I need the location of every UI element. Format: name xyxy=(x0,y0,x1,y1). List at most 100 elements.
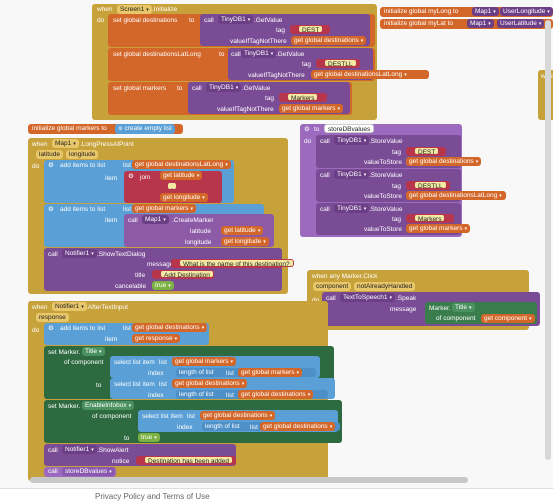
get-global-variable[interactable]: get global destinationsLatLong ▾ xyxy=(132,160,231,169)
get-global-variable[interactable]: get global markers ▾ xyxy=(279,104,343,113)
param-response[interactable]: response xyxy=(36,313,69,322)
list-label: list xyxy=(123,325,131,332)
text-value[interactable]: Destination has been added xyxy=(144,456,233,465)
procedure-name[interactable]: storeDBvalues xyxy=(324,124,375,133)
text-block[interactable]: DESTLL xyxy=(406,181,450,190)
chevron-down-icon: ▾ xyxy=(307,392,311,398)
gear-icon[interactable]: ⚙ xyxy=(48,205,54,214)
select-list-item-label: select list item xyxy=(114,359,155,366)
component-dropdown[interactable]: Screen1 ▾ xyxy=(117,5,152,14)
tinydb-dropdown[interactable]: TinyDB1 ▾ xyxy=(334,204,370,213)
join-label: join xyxy=(140,174,151,181)
get-latitude[interactable]: get latitude ▾ xyxy=(221,226,264,235)
get-longitude[interactable]: get longitude ▾ xyxy=(221,237,269,246)
create-empty-list-block[interactable]: ⚙ create empty list xyxy=(115,124,175,134)
component-dropdown[interactable]: Map1 ▾ xyxy=(142,215,169,224)
component-dropdown[interactable]: Map1 ▾ xyxy=(52,139,79,148)
text-value[interactable]: What is the name of this destination? xyxy=(179,259,294,268)
property-dropdown[interactable]: UserLongitude ▾ xyxy=(500,7,553,16)
tinydb-dropdown[interactable]: TinyDB1 ▾ xyxy=(241,49,277,58)
text-block[interactable]: Markers xyxy=(406,214,454,223)
call-label: call xyxy=(204,17,214,24)
get-global-variable[interactable]: get global destinationsLatLong ▾ xyxy=(406,191,506,200)
param-latitude[interactable]: latitude xyxy=(36,150,63,159)
text-block[interactable]: DEST xyxy=(290,25,330,34)
chevron-down-icon: ▾ xyxy=(538,21,542,27)
get-global-variable[interactable]: get global destinations ▾ xyxy=(406,157,482,166)
text-block[interactable]: Destination has been added xyxy=(136,456,236,465)
get-global-variable[interactable]: get global destinations ▾ xyxy=(238,390,314,399)
property-dropdown[interactable]: Title ▾ xyxy=(82,347,105,356)
true-dropdown[interactable]: true ▾ xyxy=(138,433,160,442)
chevron-down-icon: ▾ xyxy=(154,435,157,441)
gear-icon[interactable]: ⚙ xyxy=(48,324,54,333)
get-response[interactable]: get response ▾ xyxy=(132,334,181,343)
latitude-label: latitude xyxy=(190,228,211,235)
gear-icon[interactable]: ⚙ xyxy=(128,172,134,181)
get-longitude[interactable]: get longitude ▾ xyxy=(160,193,208,202)
chevron-down-icon: ▾ xyxy=(230,359,233,365)
get-global-variable[interactable]: get global destinations ▾ xyxy=(291,36,367,45)
property-dropdown[interactable]: Title ▾ xyxy=(452,303,475,312)
set-label: set global markers xyxy=(113,85,167,92)
get-global-variable[interactable]: get global destinations ▾ xyxy=(132,323,208,332)
method-label: .StoreValue xyxy=(369,172,403,179)
text-block[interactable]: Markers xyxy=(279,93,327,102)
get-global-variable[interactable]: get global markers ▾ xyxy=(172,357,236,366)
component-dropdown[interactable]: Map1 ▾ xyxy=(472,7,499,16)
true-dropdown[interactable]: true ▾ xyxy=(152,281,174,290)
tag-label: tag xyxy=(276,27,286,34)
text-value[interactable]: Add Destination xyxy=(160,270,214,279)
get-global-variable[interactable]: get global destinationsLatLong ▾ xyxy=(311,70,429,79)
text-value[interactable]: Markers xyxy=(414,214,446,223)
property-dropdown[interactable]: EnableInfobox ▾ xyxy=(82,401,135,410)
chevron-down-icon: ▾ xyxy=(475,159,479,165)
set-marker-label: set Marker. xyxy=(48,349,81,356)
method-label: .StoreValue xyxy=(369,138,403,145)
text-value[interactable]: DESTLL xyxy=(324,59,357,68)
text-block[interactable]: What is the name of this destination? xyxy=(171,259,294,268)
text-block[interactable]: DESTLL xyxy=(316,59,360,68)
get-global-variable[interactable]: get global destinations ▾ xyxy=(200,411,276,420)
procedure-dropdown[interactable]: storeDBvalues ▾ xyxy=(62,467,115,476)
call-label: call xyxy=(48,251,58,258)
method-label: .GetValue xyxy=(254,17,283,24)
text-block[interactable]: Add Destination xyxy=(152,270,214,279)
text-value[interactable]: DEST xyxy=(414,147,440,156)
get-latitude[interactable]: get latitude ▾ xyxy=(160,171,203,180)
horizontal-scrollbar[interactable] xyxy=(30,477,468,483)
text-value[interactable]: DEST xyxy=(298,25,324,34)
text-value[interactable]: Markers xyxy=(287,93,319,102)
call-label: call xyxy=(320,138,330,145)
text-block[interactable]: , xyxy=(160,182,182,191)
vertical-scrollbar[interactable] xyxy=(545,20,551,460)
component-dropdown[interactable]: Map1 ▾ xyxy=(467,19,494,28)
param-longitude[interactable]: longitude xyxy=(66,150,99,159)
gear-icon[interactable]: ⚙ xyxy=(304,125,310,134)
call-label: call xyxy=(320,206,330,213)
get-global-variable[interactable]: get global markers ▾ xyxy=(238,368,302,377)
notifier-dropdown[interactable]: Notifier1 ▾ xyxy=(62,445,97,454)
get-global-variable[interactable]: get global destinations ▾ xyxy=(260,422,336,431)
text-value[interactable]: DESTLL xyxy=(414,181,447,190)
text-value[interactable]: , xyxy=(167,182,177,191)
chevron-down-icon: ▾ xyxy=(163,217,166,223)
param-notalreadyhandled[interactable]: notAlreadyHandled xyxy=(354,282,416,291)
tinydb-dropdown[interactable]: TinyDB1 ▾ xyxy=(334,136,370,145)
gear-icon[interactable]: ⚙ xyxy=(48,161,54,170)
tinydb-dropdown[interactable]: TinyDB1 ▾ xyxy=(206,83,242,92)
to-label: to xyxy=(177,85,183,92)
property-dropdown[interactable]: UserLatitude ▾ xyxy=(497,19,545,28)
notifier-dropdown[interactable]: Notifier1 ▾ xyxy=(62,249,97,258)
tinydb-dropdown[interactable]: TinyDB1 ▾ xyxy=(334,170,370,179)
component-dropdown[interactable]: Notifier1 ▾ xyxy=(52,302,87,311)
gear-icon[interactable]: ⚙ xyxy=(118,125,122,134)
get-global-variable[interactable]: get global markers ▾ xyxy=(406,224,470,233)
tts-dropdown[interactable]: TextToSpeech1 ▾ xyxy=(340,293,395,302)
get-global-variable[interactable]: get global destinations ▾ xyxy=(172,379,248,388)
tinydb-dropdown[interactable]: TinyDB1 ▾ xyxy=(218,15,254,24)
get-global-variable[interactable]: get global markers ▾ xyxy=(132,204,196,213)
text-block[interactable]: DEST xyxy=(406,147,446,156)
param-component[interactable]: component xyxy=(313,282,352,291)
get-component[interactable]: get component ▾ xyxy=(481,314,535,323)
